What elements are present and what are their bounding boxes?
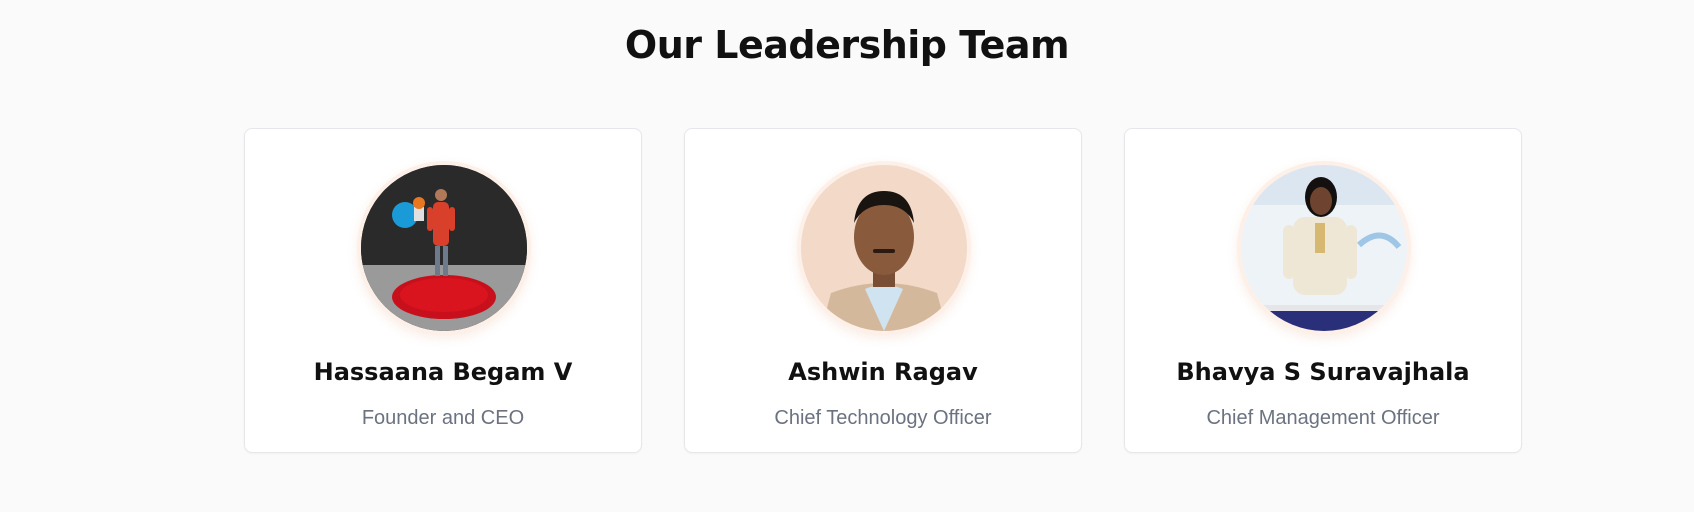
team-card: Hassaana Begam V Founder and CEO: [244, 128, 642, 453]
section-title: Our Leadership Team: [624, 23, 1070, 67]
team-grid: Hassaana Begam V Founder and CEO Ashwin …: [244, 128, 1524, 455]
member-name: Hassaana Begam V: [313, 358, 573, 386]
member-role: Chief Management Officer: [1206, 407, 1440, 429]
team-card: Ashwin Ragav Chief Technology Officer: [684, 128, 1082, 453]
member-name: Ashwin Ragav: [788, 358, 978, 386]
avatar-ring: [1237, 161, 1411, 335]
member-name: Bhavya S Suravajhala: [1176, 358, 1470, 386]
team-card: Bhavya S Suravajhala Chief Management Of…: [1124, 128, 1522, 453]
avatar: [1241, 165, 1407, 331]
presenter-photo: [1241, 165, 1407, 331]
member-role: Chief Technology Officer: [774, 407, 992, 429]
speaker-stage-photo: [361, 165, 527, 331]
member-role: Founder and CEO: [361, 407, 525, 429]
avatar: [361, 165, 527, 331]
avatar: [801, 165, 967, 331]
avatar-ring: [797, 161, 971, 335]
portrait-photo: [801, 165, 967, 331]
avatar-ring: [357, 161, 531, 335]
